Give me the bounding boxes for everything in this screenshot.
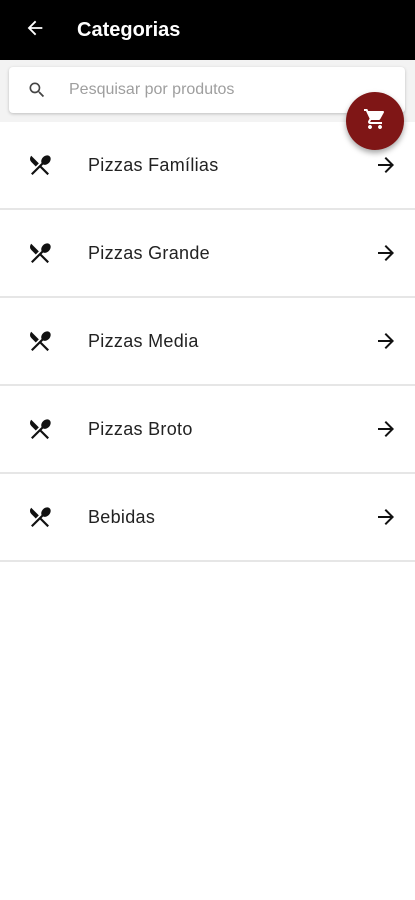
category-item-bebidas[interactable]: Bebidas (0, 474, 415, 562)
cart-button[interactable] (346, 92, 404, 150)
fork-spoon-icon (27, 328, 53, 354)
category-item-pizzas-grande[interactable]: Pizzas Grande (0, 210, 415, 298)
category-label: Bebidas (88, 506, 156, 527)
category-label: Pizzas Media (88, 330, 199, 351)
search-box[interactable] (9, 67, 405, 113)
app-bar: Categorias (0, 0, 415, 60)
arrow-right-icon (373, 328, 399, 354)
category-label: Pizzas Broto (88, 418, 193, 439)
fork-spoon-icon (27, 504, 53, 530)
category-item-pizzas-media[interactable]: Pizzas Media (0, 298, 415, 386)
arrow-right-icon (373, 416, 399, 442)
app-screen: Categorias Pizzas Famílias (0, 0, 415, 900)
category-list: Pizzas Famílias Pizzas Grande Pizzas Med… (0, 122, 415, 562)
search-input[interactable] (67, 80, 331, 100)
arrow-left-icon (24, 17, 46, 44)
category-label: Pizzas Grande (88, 242, 210, 263)
arrow-right-icon (373, 152, 399, 178)
back-button[interactable] (15, 10, 55, 50)
fork-spoon-icon (27, 152, 53, 178)
fork-spoon-icon (27, 416, 53, 442)
page-title: Categorias (77, 18, 181, 41)
fork-spoon-icon (27, 240, 53, 266)
category-item-pizzas-broto[interactable]: Pizzas Broto (0, 386, 415, 474)
shopping-cart-icon (363, 107, 387, 136)
arrow-right-icon (373, 504, 399, 530)
arrow-right-icon (373, 240, 399, 266)
category-label: Pizzas Famílias (88, 154, 219, 175)
search-icon (25, 78, 49, 102)
